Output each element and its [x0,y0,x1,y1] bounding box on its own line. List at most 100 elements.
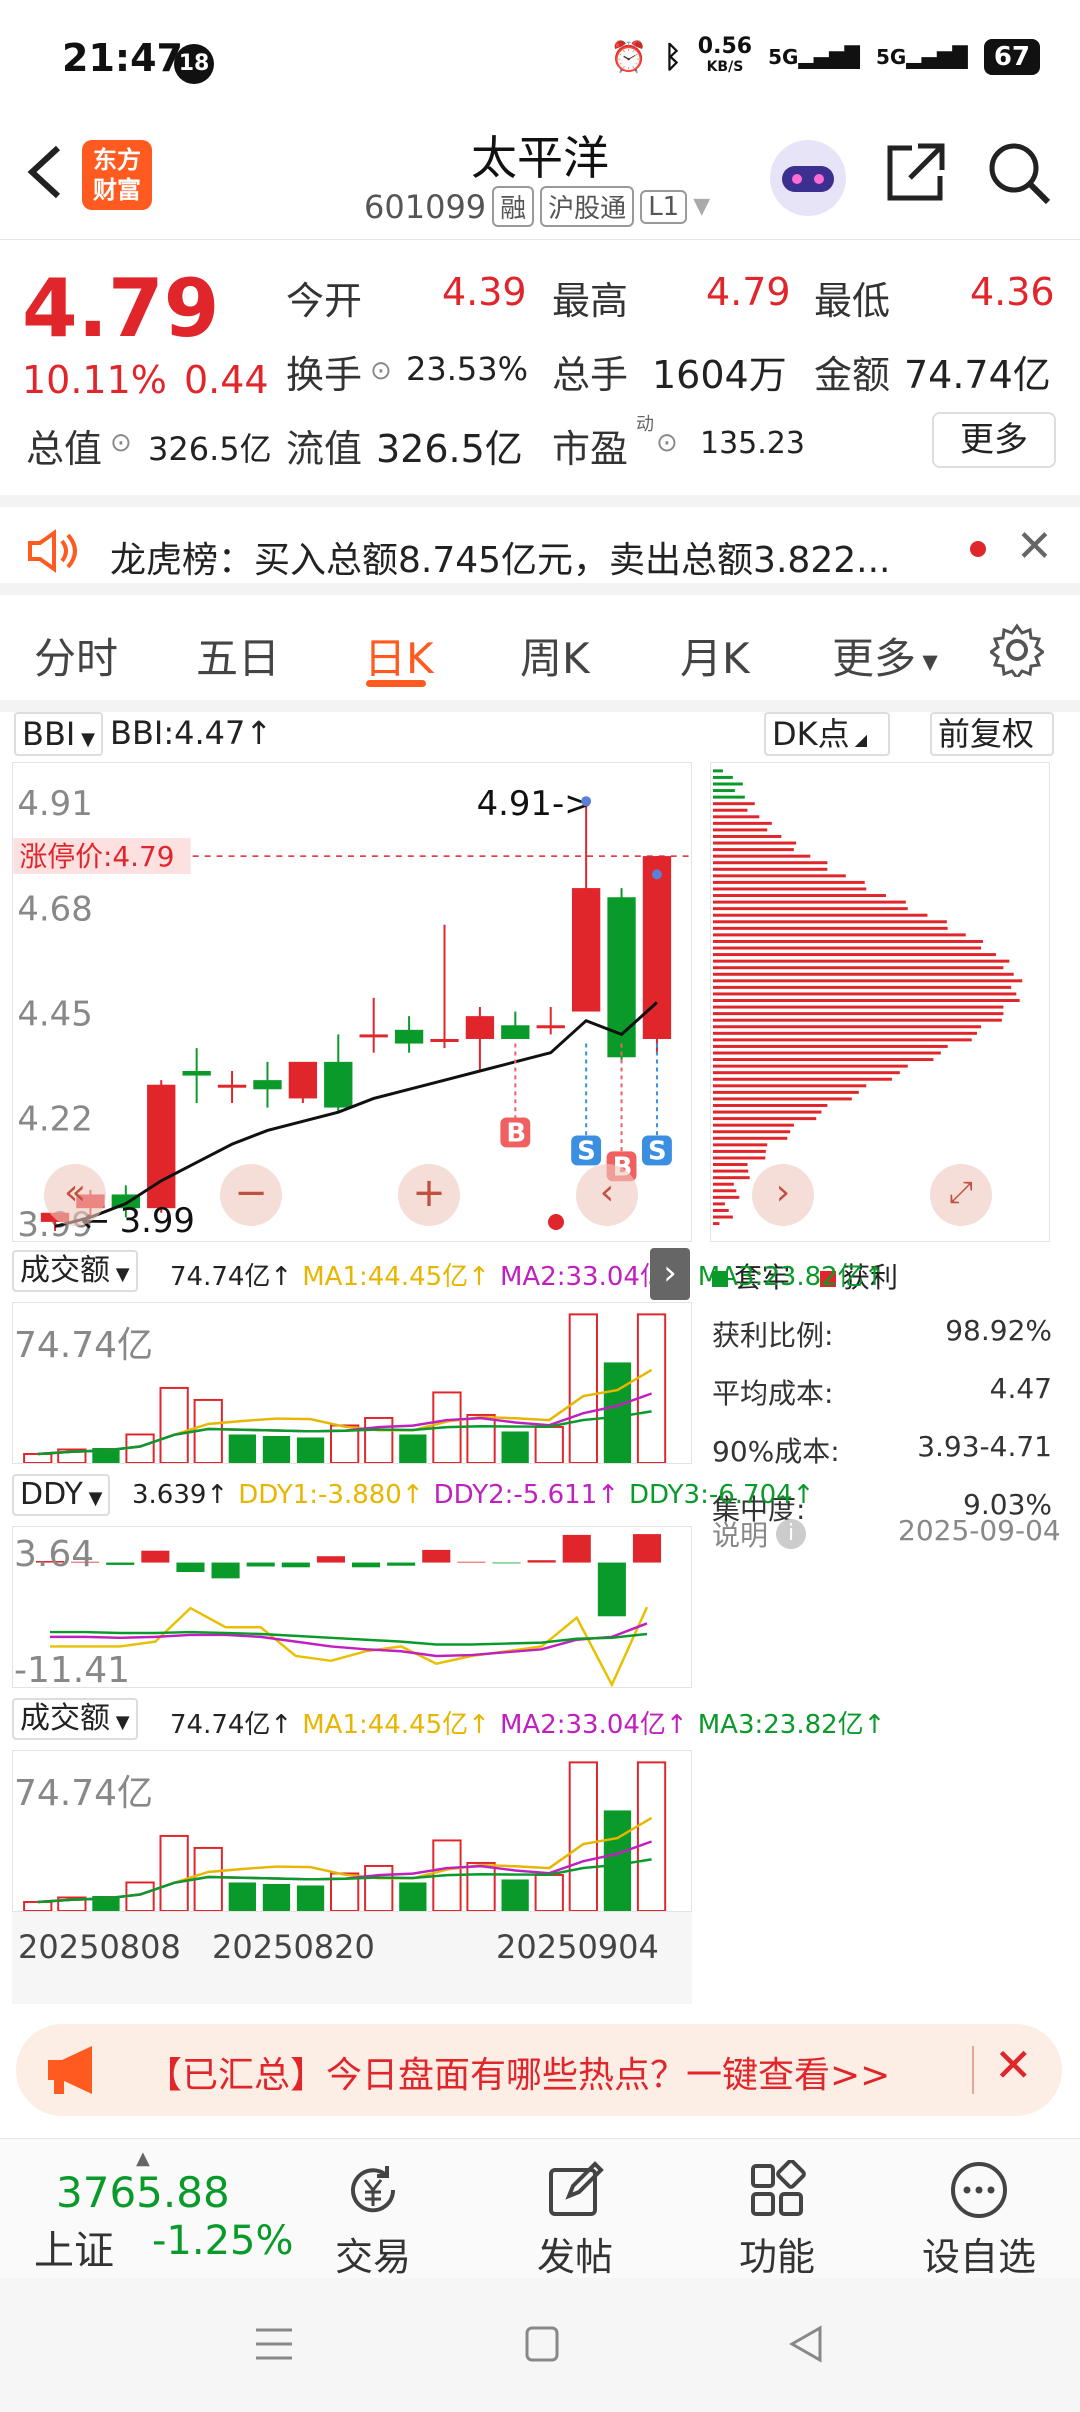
amount-bar [636,1761,667,1911]
chip-bar [712,1130,791,1134]
search-icon[interactable] [986,140,1052,206]
amount-ma3: MA3:23.82亿↑ [697,1262,886,1292]
info-icon-2[interactable]: ⊙ [110,428,132,458]
dk-point-select[interactable]: DK点 ◢ [764,712,890,756]
ddy-bar [387,1562,416,1566]
chip-bar [712,1097,852,1101]
chip-bar [712,1149,766,1153]
chip-bar [712,867,828,871]
amount-bar [603,1810,632,1911]
amount-val-2: 74.74亿↑ [170,1710,293,1740]
divider [0,700,1080,712]
x-axis: 20250808 20250820 20250904 [12,1912,692,2004]
amount-bar [399,1434,427,1463]
nav-trade[interactable]: 交易 [308,2160,438,2281]
chip-bar [712,815,760,819]
scroll-left-far-button[interactable]: « [44,1164,106,1226]
ddy-bar [422,1549,451,1563]
stock-code-row: 601099 融 沪股通 L1 ▼ [364,186,710,227]
ddy-bar [246,1562,275,1567]
ddy-top-tick: 3.64 [14,1534,95,1575]
tab-five-day[interactable]: 五日 [196,625,280,686]
indicator-select[interactable]: BBI ▼ [14,712,103,756]
amount-bar [364,1416,394,1463]
unread-dot [970,541,986,557]
index-change[interactable]: -1.25% [152,2218,294,2264]
scroll-left-button[interactable]: ‹ [576,1164,638,1226]
menu-icon[interactable] [254,2326,294,2362]
high-label: 最高 [552,279,629,323]
dropdown-icon[interactable]: ▼ [693,194,710,219]
chip-bar [712,992,1017,996]
chip-bar [712,999,1020,1002]
open-value: 4.39 [442,270,527,314]
event-dot[interactable] [548,1214,564,1230]
chip-bar [712,1051,941,1055]
promo-divider [972,2046,974,2094]
yen-icon [351,2166,396,2213]
tab-monthly-k[interactable]: 月K [680,625,750,686]
chip-bar [712,874,846,878]
share-icon[interactable] [884,140,948,204]
ddy-bar [457,1561,486,1563]
chip-bar [712,848,794,852]
nav-functions[interactable]: 功能 [712,2160,842,2281]
index-name[interactable]: 上证 [34,2218,114,2276]
more-button[interactable]: 更多 [932,412,1056,468]
nav-post-label: 发帖 [536,2235,613,2279]
status-icons: ⏰ ᛒ 0.56 KB/S 5G▂▄▆█ 5G▂▄▆█ 67 [610,36,1040,76]
tab-intraday[interactable]: 分时 [34,625,118,686]
notice-bar[interactable]: 龙虎榜：买入总额8.745亿元，卖出总额3.822... ✕ [0,495,1080,595]
chip-bar [712,1156,766,1160]
info-icon-3[interactable]: ⊙ [656,428,678,458]
tab-weekly-k[interactable]: 周K [520,625,590,686]
promo-banner[interactable]: 【已汇总】今日盘面有哪些热点？一键查看>> ✕ [16,2024,1062,2116]
chip-distribution-chart[interactable] [710,762,1050,1242]
amount-indicator-select[interactable]: 成交额 ▼ [12,1250,138,1292]
expand-icon[interactable]: ⤢ [930,1164,992,1226]
index-value[interactable]: 3765.88 [56,2168,230,2217]
notice-text: 龙虎榜：买入总额8.745亿元，卖出总额3.822... [110,540,891,581]
zoom-out-button[interactable]: − [220,1164,282,1226]
signal-icon: 5G▂▄▆█ [768,45,860,69]
info-icon[interactable]: ⊙ [370,356,392,386]
nav-post[interactable]: 发帖 [510,2160,640,2281]
ddy-bar [492,1562,521,1564]
tag-level[interactable]: L1 [640,189,688,224]
back-nav-icon[interactable] [786,2324,826,2364]
amount-legend-2: 74.74亿↑ MA1:44.45亿↑ MA2:33.04亿↑ MA3:23.8… [170,1704,885,1741]
chip-bar [712,985,1012,989]
chip-bar [712,880,865,884]
chip-next-button[interactable]: › [752,1164,814,1226]
tab-more[interactable]: 更多 ▼ [832,625,938,686]
amount-max-tick: 74.74亿 [14,1325,154,1366]
chip-bar [712,1123,794,1127]
amount-bar [466,1861,496,1911]
home-icon[interactable] [524,2324,560,2364]
high-value: 4.79 [706,270,791,314]
chip-bar [712,926,948,930]
chip-note-link[interactable]: 说明 i [712,1514,807,1554]
edit-icon [549,2161,604,2216]
amount-bar [296,1885,325,1911]
nav-functions-label: 功能 [738,2235,815,2279]
settings-gear-icon[interactable] [990,623,1044,677]
ai-assistant-icon[interactable] [770,140,846,216]
candle-body [430,1038,459,1042]
close-icon[interactable]: ✕ [1016,521,1053,572]
promo-close-icon[interactable]: ✕ [994,2038,1033,2092]
adjust-select[interactable]: 前复权 [930,712,1054,756]
float-value: 326.5亿 [376,427,523,471]
signal-label: S [648,1136,667,1166]
expand-panel-icon[interactable]: › [650,1248,690,1300]
zoom-in-button[interactable]: + [398,1164,460,1226]
amount-indicator-select-2[interactable]: 成交额 ▼ [12,1698,138,1740]
candle-body [571,888,601,1012]
y-tick-label: 4.91 [17,784,92,823]
tab-daily-k[interactable]: 日K [364,625,434,686]
ddy-indicator-select[interactable]: DDY ▼ [12,1474,111,1516]
ddy1: DDY1:-3.880↑ [238,1480,424,1510]
candle-body [324,1061,353,1108]
nav-add-watchlist[interactable]: 设自选 [914,2160,1044,2281]
amount-bar [466,1413,496,1463]
